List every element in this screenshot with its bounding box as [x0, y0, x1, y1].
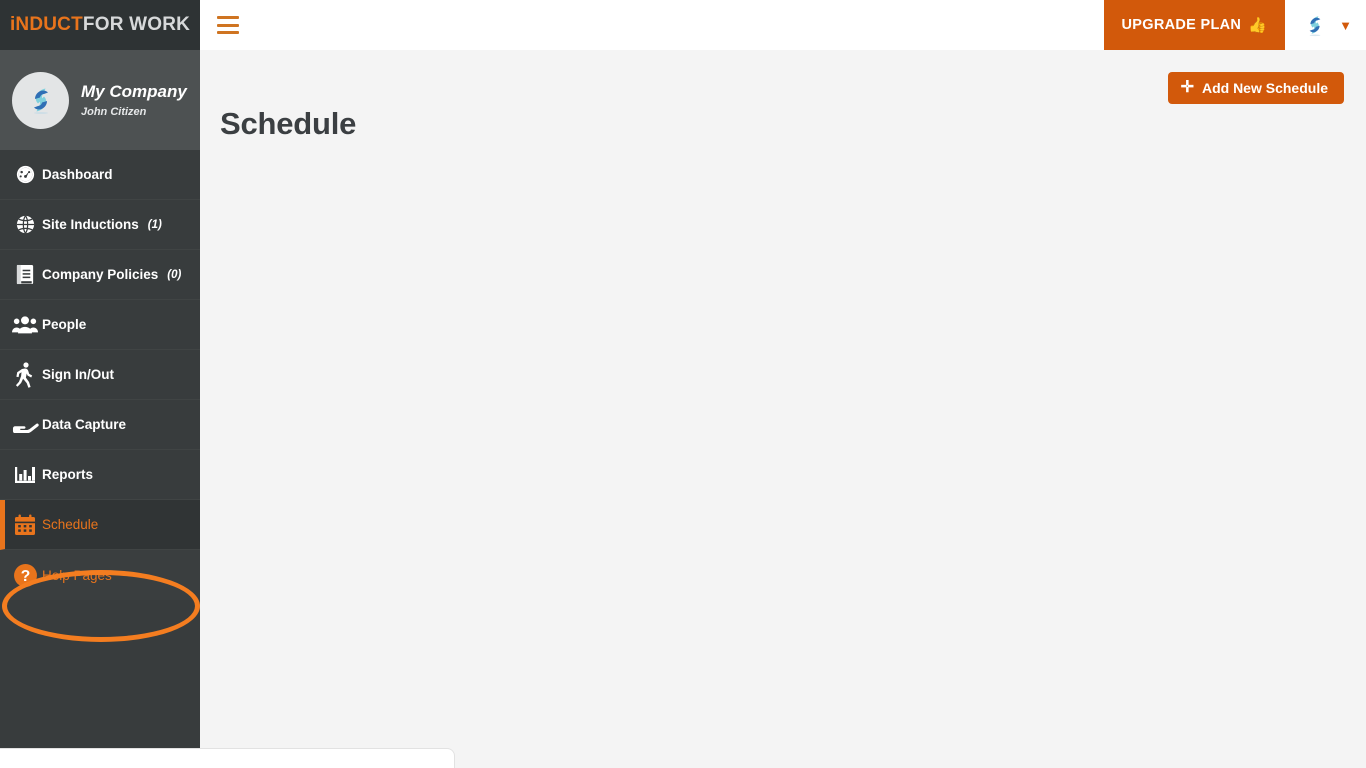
topbar: UPGRADE PLAN 👍 ▼: [200, 0, 1366, 50]
add-new-schedule-label: Add New Schedule: [1201, 80, 1328, 96]
sidebar-item-sign-in-out[interactable]: Sign In/Out: [0, 350, 200, 400]
walking-icon: [8, 361, 42, 388]
bar-chart-icon: [8, 464, 42, 485]
book-icon: [8, 263, 42, 286]
sidebar-item-label: Site Inductions: [42, 217, 139, 232]
sidebar-item-label: Dashboard: [42, 167, 113, 182]
sidebar-item-label: Data Capture: [42, 417, 127, 432]
sidebar-item-count: (0): [167, 268, 182, 281]
hamburger-bar: [217, 23, 239, 27]
sidebar-item-label: People: [42, 317, 87, 332]
sidebar-item-label: Reports: [42, 467, 94, 482]
sidebar-item-label: Schedule: [42, 517, 99, 532]
sidebar-item-company-policies[interactable]: Company Policies (0): [0, 250, 200, 300]
hamburger-bar: [217, 16, 239, 19]
page-title: Schedule: [220, 106, 357, 141]
plus-icon: ✛: [1180, 79, 1194, 96]
brand-header[interactable]: iNDUCTFOR WORK: [0, 0, 200, 50]
thumbs-up-icon: 👍: [1248, 16, 1268, 34]
globe-icon: [8, 213, 42, 236]
question-mark-icon: ?: [8, 563, 42, 588]
company-user: John Citizen: [81, 105, 147, 118]
bottom-widget-panel[interactable]: [0, 748, 455, 768]
sidebar-item-label: Sign In/Out: [42, 367, 114, 382]
hamburger-icon[interactable]: [217, 16, 239, 34]
svg-text:?: ?: [20, 568, 30, 585]
sidebar: iNDUCTFOR WORK My Company John Citizen D…: [0, 0, 200, 748]
upgrade-plan-button[interactable]: UPGRADE PLAN 👍: [1103, 0, 1286, 50]
upgrade-plan-label: UPGRADE PLAN: [1121, 17, 1242, 33]
people-icon: [8, 315, 42, 335]
sidebar-item-label: Company Policies: [42, 267, 159, 282]
chevron-down-icon[interactable]: ▼: [1339, 18, 1352, 33]
company-block[interactable]: My Company John Citizen: [0, 50, 200, 150]
sidebar-item-reports[interactable]: Reports: [0, 450, 200, 500]
user-menu[interactable]: ▼: [1285, 11, 1366, 39]
sidebar-item-data-capture[interactable]: Data Capture: [0, 400, 200, 450]
sidebar-item-dashboard[interactable]: Dashboard: [0, 150, 200, 200]
hand-icon: [8, 417, 42, 433]
add-new-schedule-button[interactable]: ✛ Add New Schedule: [1167, 72, 1344, 104]
sidebar-item-people[interactable]: People: [0, 300, 200, 350]
sidebar-item-count: (1): [147, 218, 162, 231]
user-logo-icon: [1301, 11, 1329, 39]
gauge-icon: [8, 163, 42, 186]
company-text: My Company John Citizen: [81, 82, 187, 118]
hamburger-bar: [217, 31, 239, 34]
company-name: My Company: [81, 81, 187, 101]
sidebar-nav: Dashboard Site Inductions (1) Company Po…: [0, 150, 200, 600]
sidebar-item-site-inductions[interactable]: Site Inductions (1): [0, 200, 200, 250]
sidebar-item-label: Help Pages: [42, 567, 112, 583]
brand-logo-part1: iNDUCT: [9, 14, 83, 35]
sidebar-item-help-pages[interactable]: ? Help Pages: [0, 550, 200, 600]
brand-logo-part2: FOR WORK: [82, 14, 191, 35]
company-logo-icon: [12, 71, 69, 129]
app-root: iNDUCTFOR WORK My Company John Citizen D…: [0, 0, 1366, 768]
main-content: Schedule ✛ Add New Schedule: [200, 50, 1366, 768]
brand-logo: iNDUCTFOR WORK: [10, 14, 190, 36]
sidebar-item-schedule[interactable]: Schedule: [0, 500, 200, 550]
calendar-icon: [8, 514, 42, 536]
